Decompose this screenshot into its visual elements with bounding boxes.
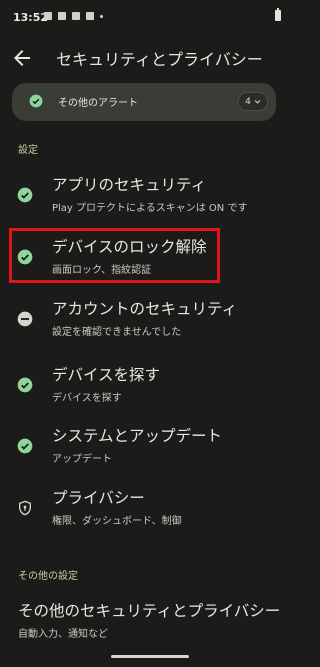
settings-item-title: アカウントのセキュリティ xyxy=(52,300,238,318)
shield-icon xyxy=(19,500,31,516)
settings-item-title: プライバシー xyxy=(52,489,145,507)
other-alerts-label: その他のアラート xyxy=(58,98,138,109)
battery-icon xyxy=(275,8,281,21)
settings-item-title: その他のセキュリティとプライバシー xyxy=(18,602,281,620)
settings-item-find-device[interactable]: デバイスを探す デバイスを探す xyxy=(0,363,300,415)
other-alerts-card[interactable]: その他のアラート 4 xyxy=(12,83,276,121)
settings-item-subtitle: Play プロテクトによるスキャンは ON です xyxy=(52,203,248,214)
settings-item-privacy[interactable]: プライバシー 権限、ダッシュボード、制御 xyxy=(0,486,300,538)
section-header-other-settings: その他の設定 xyxy=(18,571,78,582)
minus-circle-icon xyxy=(17,311,33,327)
section-header-settings: 設定 xyxy=(18,145,38,156)
notification-icon xyxy=(86,12,94,20)
alert-count-badge[interactable]: 4 xyxy=(238,92,268,111)
highlight-box xyxy=(9,228,220,283)
app-bar: セキュリティとプライバシー xyxy=(0,36,300,82)
page-title: セキュリティとプライバシー xyxy=(56,50,263,69)
more-notifications-dot-icon xyxy=(100,14,103,18)
settings-item-title: アプリのセキュリティ xyxy=(52,176,207,194)
settings-item-subtitle: 自動入力、通知など xyxy=(18,629,108,640)
check-circle-icon xyxy=(29,94,43,108)
settings-item-account-security[interactable]: アカウントのセキュリティ 設定を確認できませんでした xyxy=(0,297,300,349)
settings-item-subtitle: アップデート xyxy=(52,454,112,465)
check-circle-icon xyxy=(17,377,33,393)
alert-count: 4 xyxy=(245,96,251,107)
settings-item-more-security-privacy[interactable]: その他のセキュリティとプライバシー 自動入力、通知など xyxy=(0,599,300,651)
settings-item-subtitle: 設定を確認できませんでした xyxy=(52,327,182,338)
notification-icon xyxy=(72,12,80,20)
back-arrow-icon[interactable] xyxy=(10,46,34,70)
settings-item-subtitle: デバイスを探す xyxy=(52,393,122,404)
gesture-home-bar[interactable] xyxy=(111,655,189,658)
settings-item-system-updates[interactable]: システムとアップデート アップデート xyxy=(0,424,300,476)
settings-item-app-security[interactable]: アプリのセキュリティ Play プロテクトによるスキャンは ON です xyxy=(0,173,300,225)
notification-icon xyxy=(44,12,52,20)
settings-item-title: デバイスを探す xyxy=(52,366,161,384)
check-circle-icon xyxy=(17,438,33,454)
chevron-down-icon xyxy=(254,100,261,104)
status-time: 13:52 xyxy=(13,11,49,24)
settings-item-subtitle: 権限、ダッシュボード、制御 xyxy=(52,516,182,527)
status-bar: 13:52 xyxy=(0,0,300,34)
settings-item-title: システムとアップデート xyxy=(52,427,223,445)
notification-icon xyxy=(58,12,66,20)
notification-icons xyxy=(44,12,103,20)
check-circle-icon xyxy=(17,187,33,203)
